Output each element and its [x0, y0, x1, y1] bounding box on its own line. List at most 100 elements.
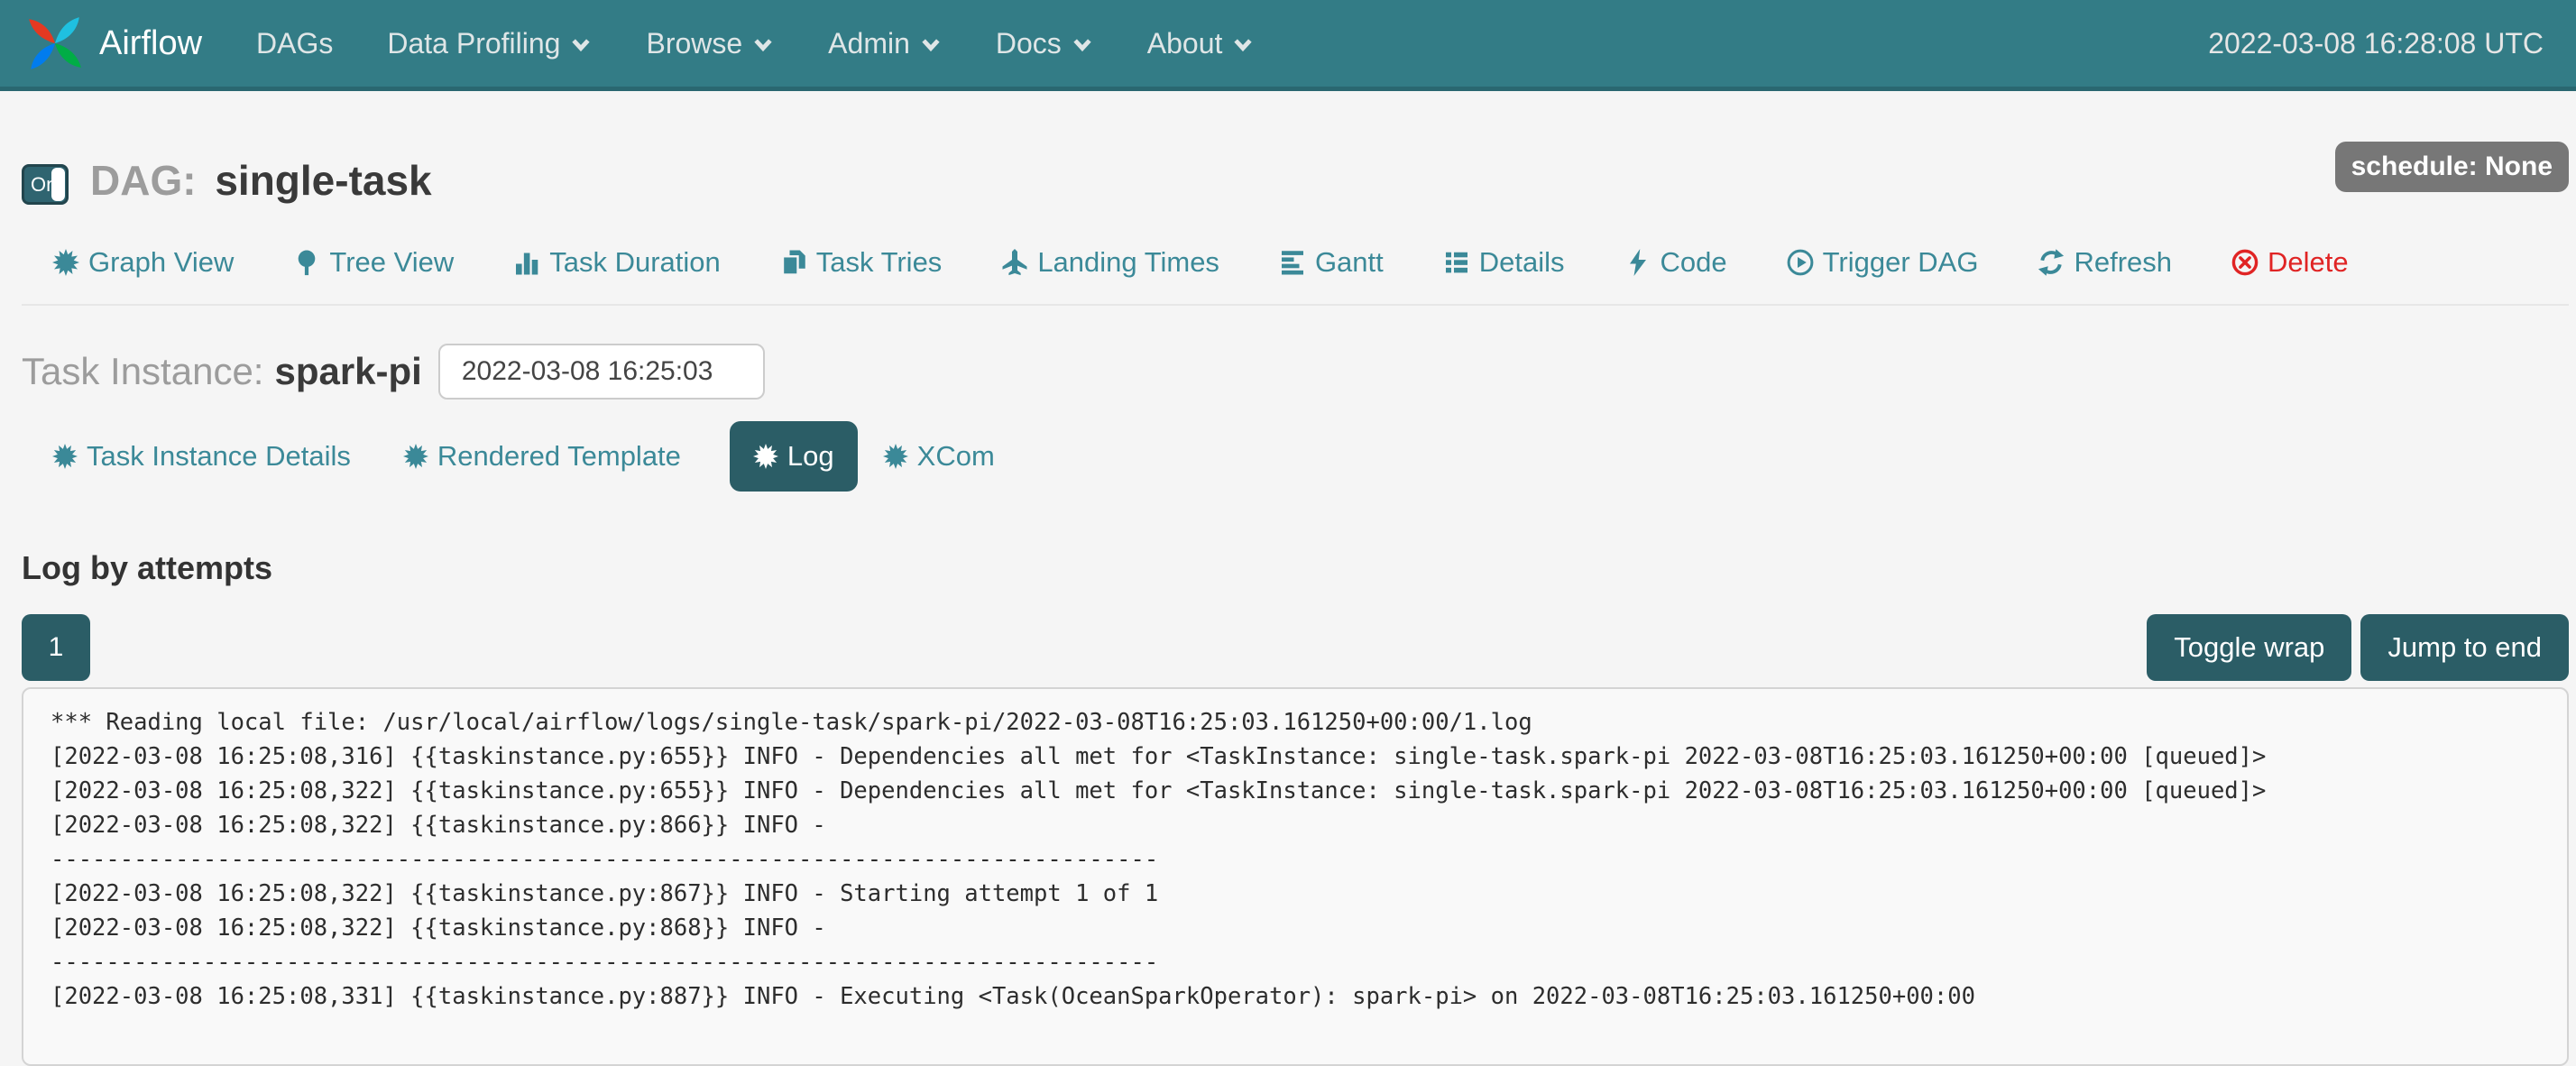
dag-tab-label: Task Tries: [816, 246, 943, 279]
dag-tab[interactable]: Delete: [2231, 246, 2349, 279]
airflow-logo-icon: [25, 14, 85, 73]
log-line: [2022-03-08 16:25:08,322] {{taskinstance…: [51, 911, 2567, 945]
dag-tab-label: Gantt: [1315, 246, 1384, 279]
log-line: [2022-03-08 16:25:08,316] {{taskinstance…: [51, 740, 2567, 774]
task-instance-actions: Task Instance Details Rendered Template …: [22, 421, 2569, 492]
log-section-heading: Log by attempts: [22, 549, 2569, 587]
navbar-item[interactable]: DAGs: [256, 27, 333, 60]
burst-icon: [52, 444, 78, 469]
schedule-badge: schedule: None: [2335, 142, 2569, 192]
utc-clock: 2022-03-08 16:28:08 UTC: [2208, 27, 2544, 60]
plane-icon: [1001, 249, 1028, 276]
navbar-item[interactable]: Data Profiling: [387, 27, 592, 60]
toggle-wrap-button[interactable]: Toggle wrap: [2147, 614, 2351, 681]
caret-down-icon: [1232, 36, 1254, 54]
burst-icon: [753, 444, 778, 469]
ti-action-tab[interactable]: Task Instance Details: [52, 440, 351, 473]
log-line: [2022-03-08 16:25:08,322] {{taskinstance…: [51, 774, 2567, 808]
ti-action-label: XCom: [917, 440, 995, 473]
log-line: [2022-03-08 16:25:08,331] {{taskinstance…: [51, 979, 2567, 1014]
dag-view-tabs: Graph View Tree View Task Duration Task …: [22, 246, 2569, 279]
log-line: ----------------------------------------…: [51, 945, 2567, 979]
dag-tab-label: Refresh: [2074, 246, 2172, 279]
list-icon: [1443, 249, 1470, 276]
execution-date-input[interactable]: [438, 344, 765, 400]
dag-tab-label: Trigger DAG: [1823, 246, 1979, 279]
dag-tab-label: Task Duration: [549, 246, 721, 279]
navbar-item-label: Docs: [996, 27, 1062, 60]
burst-icon: [883, 444, 908, 469]
navbar-item-label: About: [1147, 27, 1223, 60]
copy-icon: [780, 249, 807, 276]
divider: [22, 304, 2569, 306]
ti-action-label: Rendered Template: [437, 440, 681, 473]
caret-down-icon: [920, 36, 942, 54]
dag-title-row: On DAG: single-task schedule: None: [22, 142, 2569, 205]
dag-tab[interactable]: Refresh: [2038, 246, 2172, 279]
toggle-knob: [51, 168, 65, 201]
log-controls: Toggle wrap Jump to end: [2147, 614, 2569, 681]
refresh-icon: [2038, 249, 2065, 276]
log-line: ----------------------------------------…: [51, 842, 2567, 877]
dag-tab[interactable]: Graph View: [52, 246, 234, 279]
task-instance-row: Task Instance: spark-pi: [22, 344, 2569, 400]
burst-icon: [52, 249, 79, 276]
navbar-item-label: Browse: [646, 27, 742, 60]
log-output[interactable]: *** Reading local file: /usr/local/airfl…: [22, 687, 2569, 1066]
log-line: [2022-03-08 16:25:08,322] {{taskinstance…: [51, 808, 2567, 842]
caret-down-icon: [1072, 36, 1093, 54]
navbar-item[interactable]: Admin: [828, 27, 942, 60]
navbar-item[interactable]: About: [1147, 27, 1255, 60]
navbar-item[interactable]: Browse: [646, 27, 774, 60]
ti-action-label: Log: [787, 440, 834, 473]
burst-icon: [403, 444, 428, 469]
dag-tab[interactable]: Tree View: [293, 246, 454, 279]
dag-tab[interactable]: Gantt: [1279, 246, 1384, 279]
dag-tab[interactable]: Trigger DAG: [1787, 246, 1979, 279]
jump-to-end-button[interactable]: Jump to end: [2360, 614, 2569, 681]
dag-tab[interactable]: Task Tries: [780, 246, 943, 279]
task-instance-label: Task Instance:: [22, 350, 263, 393]
gantt-icon: [1279, 249, 1306, 276]
airflow-brand[interactable]: Airflow: [25, 14, 202, 73]
navbar-item[interactable]: Docs: [996, 27, 1093, 60]
dag-tab[interactable]: Details: [1443, 246, 1565, 279]
brand-label: Airflow: [99, 24, 202, 63]
dag-pause-toggle[interactable]: On: [22, 164, 69, 205]
navbar-item-label: Data Profiling: [387, 27, 560, 60]
tree-icon: [293, 249, 320, 276]
bolt-icon: [1624, 249, 1651, 276]
ti-action-tab[interactable]: XCom: [883, 440, 995, 473]
dag-tab-label: Tree View: [329, 246, 454, 279]
dag-tab-label: Graph View: [88, 246, 234, 279]
attempt-tabs: 1: [22, 614, 90, 681]
navbar-menu: DAGs Data Profiling Browse Admin Docs Ab…: [202, 27, 1254, 60]
dag-tab[interactable]: Code: [1624, 246, 1727, 279]
caret-down-icon: [752, 36, 774, 54]
dag-tab[interactable]: Landing Times: [1001, 246, 1219, 279]
navbar: Airflow DAGs Data Profiling Browse Admin…: [0, 0, 2576, 91]
bar-chart-icon: [513, 249, 540, 276]
dag-title-prefix: DAG:: [90, 157, 197, 204]
dag-tab[interactable]: Task Duration: [513, 246, 721, 279]
main-content: On DAG: single-task schedule: None Graph…: [0, 142, 2576, 1066]
ti-action-tab[interactable]: Rendered Template: [403, 440, 681, 473]
dag-tab-label: Details: [1479, 246, 1565, 279]
dag-tab-label: Landing Times: [1037, 246, 1219, 279]
ti-action-label: Task Instance Details: [87, 440, 351, 473]
log-line: *** Reading local file: /usr/local/airfl…: [51, 705, 2567, 740]
attempt-tab[interactable]: 1: [22, 614, 90, 681]
page-title: DAG: single-task: [90, 156, 432, 205]
log-line: [2022-03-08 16:25:08,322] {{taskinstance…: [51, 877, 2567, 911]
dag-tab-label: Code: [1661, 246, 1727, 279]
dag-name: single-task: [215, 157, 431, 204]
ti-action-tab[interactable]: Log: [730, 421, 858, 492]
log-attempts-row: 1 Toggle wrap Jump to end: [22, 614, 2569, 681]
delete-icon: [2231, 249, 2259, 276]
play-circle-icon: [1787, 249, 1814, 276]
navbar-item-label: DAGs: [256, 27, 333, 60]
task-name: spark-pi: [274, 350, 421, 393]
navbar-item-label: Admin: [828, 27, 910, 60]
caret-down-icon: [570, 36, 592, 54]
dag-tab-label: Delete: [2268, 246, 2349, 279]
